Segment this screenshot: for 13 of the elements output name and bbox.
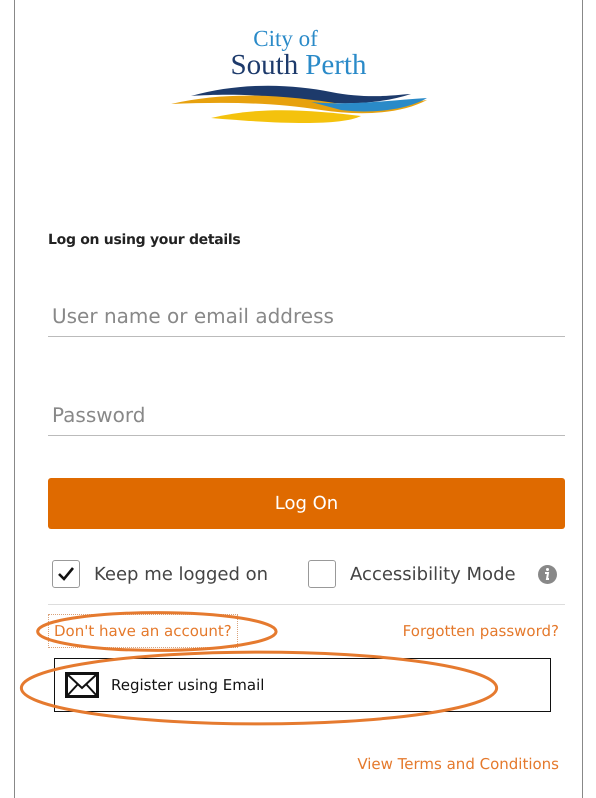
username-field[interactable]: User name or email address xyxy=(48,304,565,337)
checkbox-label: Accessibility Mode xyxy=(350,564,516,584)
password-field[interactable]: Password xyxy=(48,403,565,436)
logo-text: South xyxy=(230,50,298,80)
terms-link[interactable]: View Terms and Conditions xyxy=(357,755,559,773)
forgotten-password-link[interactable]: Forgotten password? xyxy=(402,622,559,640)
log-on-button[interactable]: Log On xyxy=(48,478,565,529)
no-account-link[interactable]: Don't have an account? xyxy=(48,614,238,648)
register-email-button[interactable]: Register using Email xyxy=(54,658,551,712)
logo-text: City of xyxy=(253,28,318,50)
checkbox-label: Keep me logged on xyxy=(94,564,268,584)
logo-text: Perth xyxy=(305,50,366,80)
form-heading: Log on using your details xyxy=(48,232,242,248)
